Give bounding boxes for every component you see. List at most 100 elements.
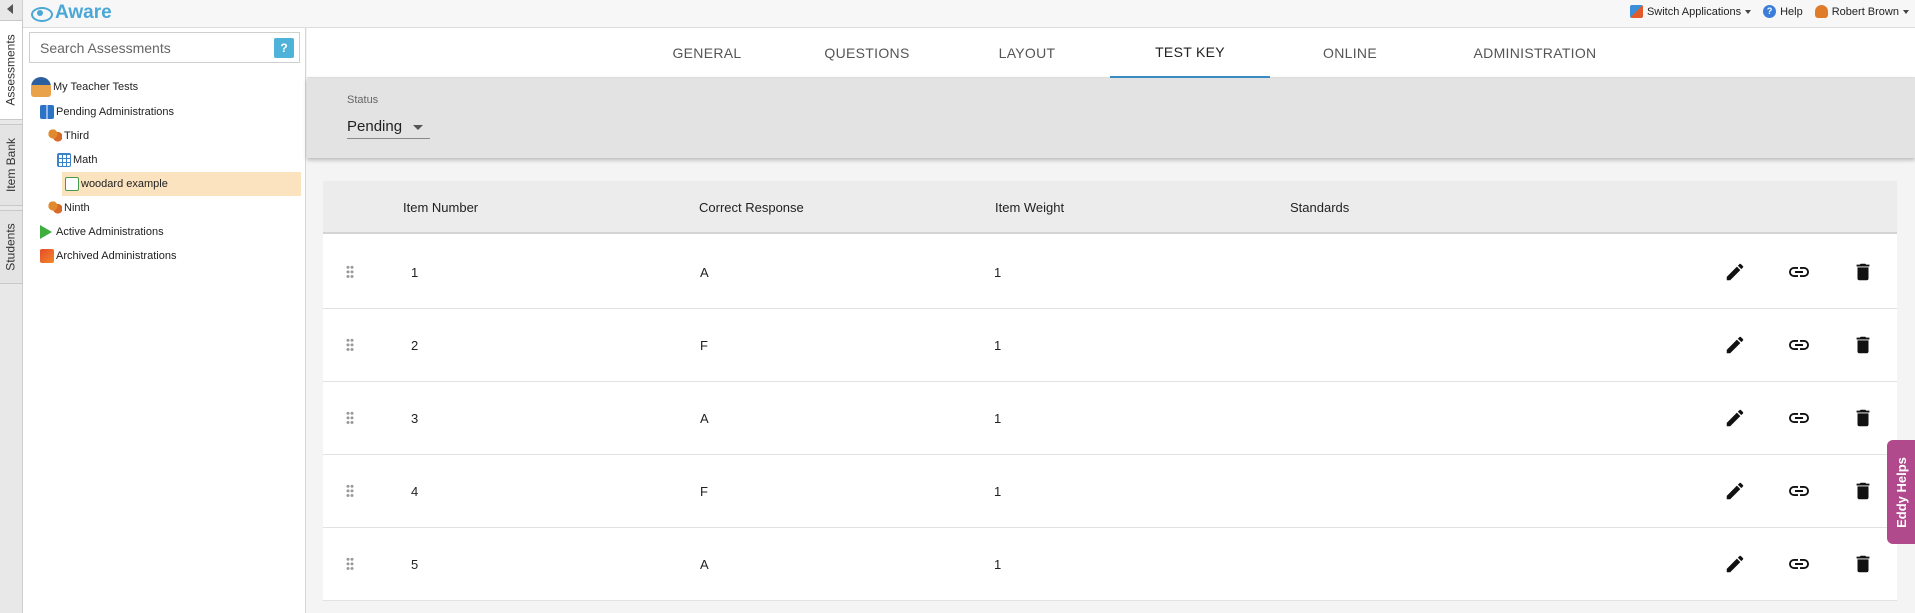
drag-handle-icon[interactable] xyxy=(346,557,354,571)
item-number-cell: 2 xyxy=(411,338,419,353)
search-help-button[interactable]: ? xyxy=(274,37,294,58)
status-bar: Status Pending xyxy=(307,78,1915,158)
tree-node-label: Archived Administrations xyxy=(56,250,177,262)
archive-icon xyxy=(40,249,54,263)
item-weight-cell: 1 xyxy=(994,557,1002,572)
item-number-cell: 1 xyxy=(411,265,419,280)
delete-icon[interactable] xyxy=(1849,550,1877,578)
group-icon xyxy=(48,129,62,143)
link-icon[interactable] xyxy=(1785,258,1813,286)
aware-logo[interactable]: Aware xyxy=(29,2,112,24)
test-edit-icon xyxy=(65,177,79,191)
teacher-icon xyxy=(31,77,51,97)
collapse-panel-icon[interactable] xyxy=(7,4,13,14)
table-row: 5 A 1 xyxy=(323,528,1897,601)
table-row: 4 F 1 xyxy=(323,455,1897,528)
play-icon xyxy=(40,225,52,239)
link-icon[interactable] xyxy=(1785,477,1813,505)
user-menu[interactable]: Robert Brown xyxy=(1814,5,1909,18)
side-tab-item-bank[interactable]: Item Bank xyxy=(0,124,23,206)
switch-applications-label: Switch Applications xyxy=(1646,5,1742,18)
eddy-helps-button[interactable]: Eddy Helps xyxy=(1887,440,1915,544)
edit-icon[interactable] xyxy=(1721,258,1749,286)
tree-node-pending-administrations[interactable]: Pending Administrations xyxy=(23,100,306,124)
table-row: 3 A 1 xyxy=(323,382,1897,455)
switch-applications-menu[interactable]: Switch Applications xyxy=(1629,5,1752,18)
tab-online[interactable]: ONLINE xyxy=(1270,28,1430,78)
header-item-weight: Item Weight xyxy=(995,200,1065,215)
tab-layout[interactable]: LAYOUT xyxy=(947,28,1107,78)
search-box: ? xyxy=(29,32,300,63)
tab-test-key[interactable]: TEST KEY xyxy=(1110,28,1270,78)
help-label: Help xyxy=(1780,5,1803,18)
tree-node-label: Math xyxy=(73,154,98,166)
side-tab-label: Assessments xyxy=(4,34,19,106)
tab-bar: GENERAL QUESTIONS LAYOUT TEST KEY ONLINE… xyxy=(307,28,1915,78)
user-icon xyxy=(1814,5,1828,18)
drag-handle-icon[interactable] xyxy=(346,411,354,425)
drag-handle-icon[interactable] xyxy=(346,338,354,352)
delete-icon[interactable] xyxy=(1849,258,1877,286)
status-value: Pending xyxy=(347,118,403,135)
dropdown-arrow-icon xyxy=(413,125,423,130)
table-header: Item Number Correct Response Item Weight… xyxy=(323,181,1897,234)
header-correct-response: Correct Response xyxy=(699,200,804,215)
help-icon: ? xyxy=(1763,5,1777,18)
chevron-down-icon xyxy=(1745,9,1752,14)
side-tab-rail: Assessments Item Bank Students xyxy=(0,0,23,613)
eye-logo-icon xyxy=(29,3,53,23)
tab-administration[interactable]: ADMINISTRATION xyxy=(1430,28,1640,78)
item-weight-cell: 1 xyxy=(994,411,1002,426)
side-tab-students[interactable]: Students xyxy=(0,210,23,284)
tree-node-math[interactable]: Math xyxy=(23,148,306,172)
link-icon[interactable] xyxy=(1785,331,1813,359)
tab-questions[interactable]: QUESTIONS xyxy=(787,28,947,78)
tree-node-label: woodard example xyxy=(81,178,168,190)
delete-icon[interactable] xyxy=(1849,331,1877,359)
delete-icon[interactable] xyxy=(1849,477,1877,505)
item-number-cell: 4 xyxy=(411,484,419,499)
apps-icon xyxy=(1629,5,1643,18)
top-header: Aware Switch Applications ? Help Robert … xyxy=(23,0,1915,28)
side-tab-assessments[interactable]: Assessments xyxy=(0,20,23,120)
tree-node-ninth[interactable]: Ninth xyxy=(23,196,306,220)
tree-node-woodard-example[interactable]: woodard example xyxy=(62,172,301,196)
tree-node-my-teacher-tests[interactable]: My Teacher Tests xyxy=(23,74,306,100)
edit-icon[interactable] xyxy=(1721,331,1749,359)
link-icon[interactable] xyxy=(1785,550,1813,578)
drag-handle-icon[interactable] xyxy=(346,484,354,498)
tab-general[interactable]: GENERAL xyxy=(627,28,787,78)
item-weight-cell: 1 xyxy=(994,265,1002,280)
header-standards: Standards xyxy=(1290,200,1350,215)
item-number-cell: 5 xyxy=(411,557,419,572)
tree-node-label: Ninth xyxy=(64,202,90,214)
help-link[interactable]: ? Help xyxy=(1763,5,1803,18)
tree-node-label: Active Administrations xyxy=(56,226,164,238)
correct-response-cell: A xyxy=(700,557,709,572)
eddy-helps-label: Eddy Helps xyxy=(1893,456,1909,528)
table-row: 2 F 1 xyxy=(323,309,1897,382)
search-input[interactable] xyxy=(30,33,274,62)
header-item-number: Item Number xyxy=(403,200,479,215)
table-row: 1 A 1 xyxy=(323,236,1897,309)
delete-icon[interactable] xyxy=(1849,404,1877,432)
chevron-down-icon xyxy=(1903,9,1909,14)
edit-icon[interactable] xyxy=(1721,477,1749,505)
tree-node-label: Third xyxy=(64,130,90,142)
tree-node-archived-administrations[interactable]: Archived Administrations xyxy=(23,244,306,268)
item-number-cell: 3 xyxy=(411,411,419,426)
assessment-tree: My Teacher Tests Pending Administrations… xyxy=(23,74,306,268)
edit-icon[interactable] xyxy=(1721,404,1749,432)
side-tab-label: Students xyxy=(4,223,18,271)
edit-icon[interactable] xyxy=(1721,550,1749,578)
correct-response-cell: A xyxy=(700,411,709,426)
link-icon[interactable] xyxy=(1785,404,1813,432)
tree-node-active-administrations[interactable]: Active Administrations xyxy=(23,220,306,244)
correct-response-cell: A xyxy=(700,265,709,280)
tree-node-label: Pending Administrations xyxy=(56,106,175,118)
test-key-table: Item Number Correct Response Item Weight… xyxy=(323,181,1897,601)
drag-handle-icon[interactable] xyxy=(346,265,354,279)
tree-node-third[interactable]: Third xyxy=(23,124,306,148)
status-dropdown[interactable]: Pending xyxy=(347,115,430,139)
pending-icon xyxy=(40,105,54,119)
